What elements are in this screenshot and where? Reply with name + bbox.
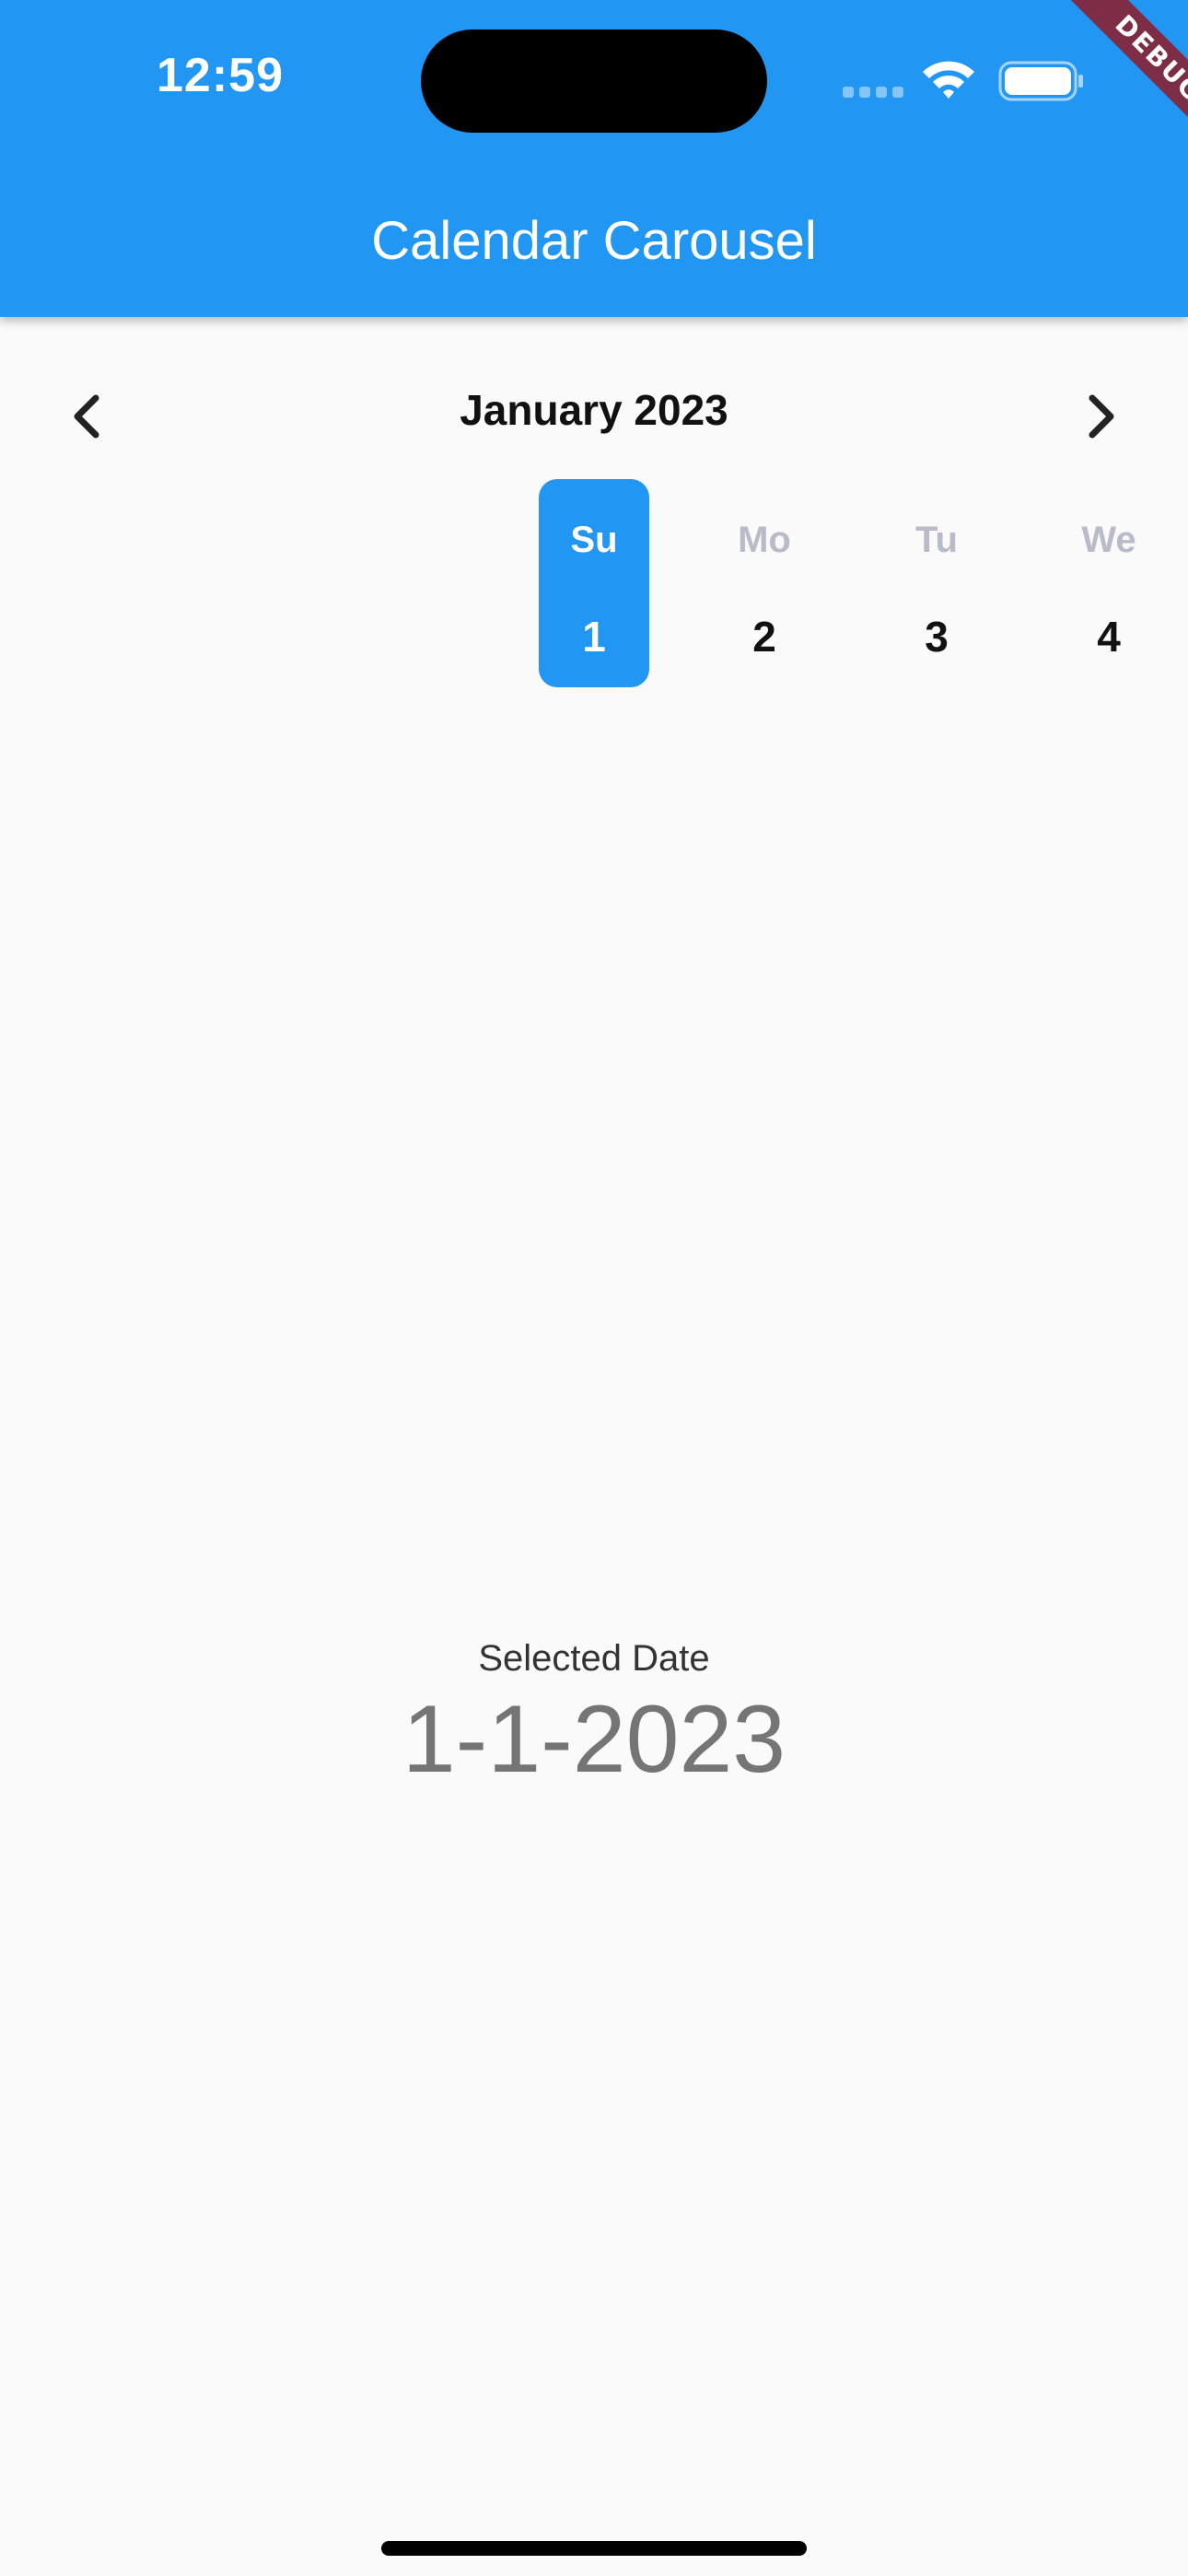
day-cell-2[interactable]: Mo 2 bbox=[709, 479, 820, 687]
dynamic-island bbox=[421, 29, 767, 133]
app-bar: 12:59 DEBUG Calendar Carousel bbox=[0, 0, 1188, 317]
day-number: 2 bbox=[752, 613, 776, 661]
weekday-label: We bbox=[1081, 520, 1136, 560]
app-title: Calendar Carousel bbox=[371, 211, 817, 271]
next-month-button[interactable] bbox=[1070, 387, 1129, 446]
battery-icon bbox=[998, 61, 1083, 101]
day-cell-3[interactable]: Tu 3 bbox=[881, 479, 992, 687]
cellular-signal-icon bbox=[843, 87, 905, 98]
month-label: January 2023 bbox=[460, 386, 728, 434]
chevron-right-icon bbox=[1089, 394, 1114, 439]
day-number: 1 bbox=[582, 613, 606, 661]
weekday-label: Tu bbox=[915, 520, 958, 560]
selected-date-value: 1-1-2023 bbox=[402, 1686, 786, 1793]
weekday-label: Mo bbox=[738, 520, 791, 560]
day-number: 4 bbox=[1097, 613, 1121, 661]
wifi-icon bbox=[923, 61, 974, 99]
day-cell-4[interactable]: We 4 bbox=[1054, 479, 1164, 687]
status-bar-time: 12:59 bbox=[157, 49, 284, 102]
day-cell-1[interactable]: Su 1 bbox=[539, 479, 649, 687]
home-indicator[interactable] bbox=[381, 2541, 807, 2556]
day-number: 3 bbox=[925, 613, 949, 661]
weekday-label: Su bbox=[570, 520, 618, 560]
